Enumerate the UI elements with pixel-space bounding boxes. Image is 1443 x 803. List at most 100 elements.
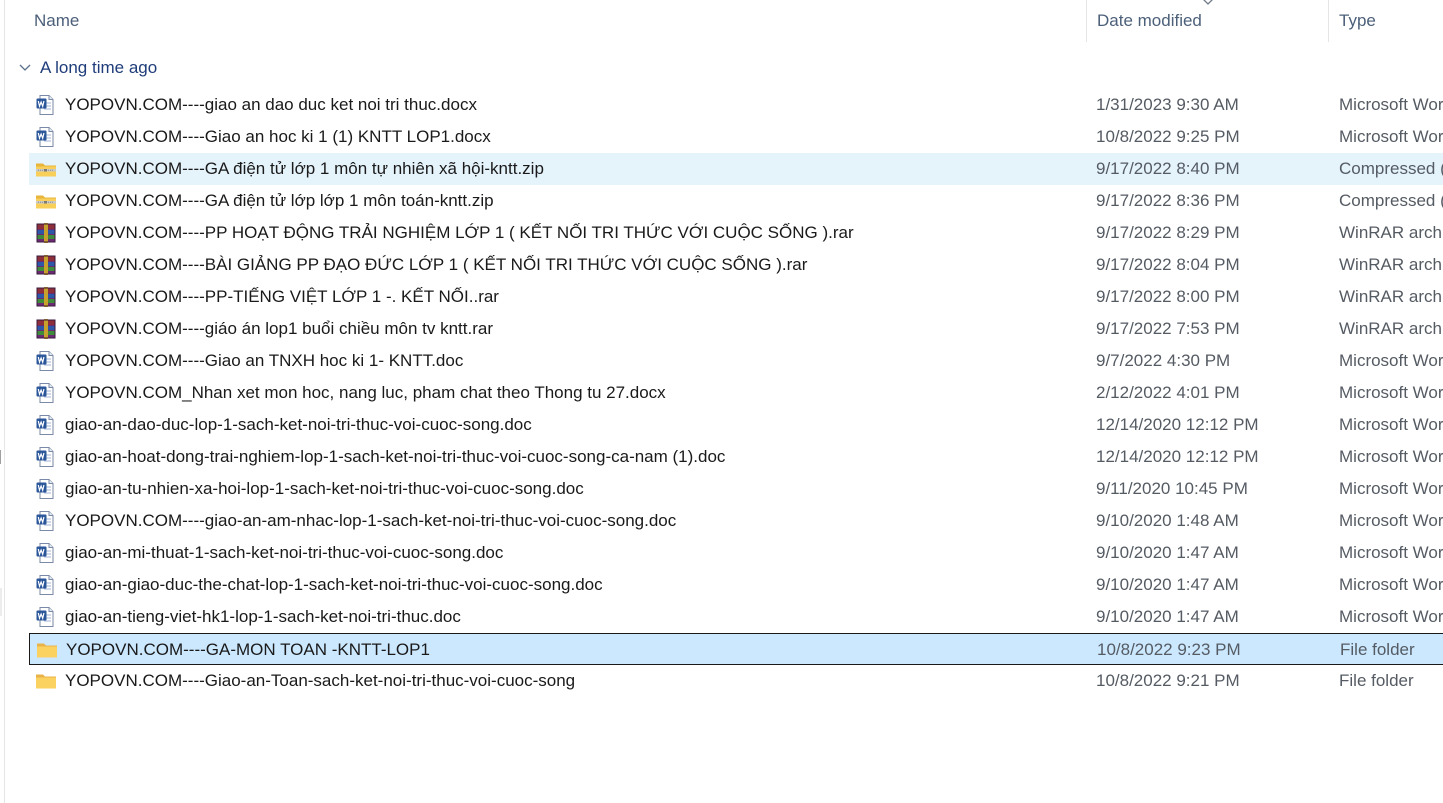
file-date-modified: 9/10/2020 1:48 AM (1096, 511, 1239, 530)
file-row[interactable]: giao-an-tu-nhien-xa-hoi-lop-1-sach-ket-n… (29, 473, 1443, 505)
file-name[interactable]: YOPOVN.COM----giáo án lop1 buổi chiều mô… (65, 313, 1085, 345)
file-row[interactable]: YOPOVN.COM----giao-an-am-nhac-lop-1-sach… (29, 505, 1443, 537)
file-row[interactable]: YOPOVN.COM----Giao an hoc ki 1 (1) KNTT … (29, 121, 1443, 153)
word-doc-icon (35, 382, 57, 404)
column-header-name[interactable]: Name (34, 0, 1084, 42)
file-name[interactable]: giao-an-mi-thuat-1-sach-ket-noi-tri-thuc… (65, 537, 1085, 569)
file-row[interactable]: giao-an-dao-duc-lop-1-sach-ket-noi-tri-t… (29, 409, 1443, 441)
chevron-down-icon[interactable] (18, 61, 32, 75)
file-name[interactable]: giao-an-giao-duc-the-chat-lop-1-sach-ket… (65, 569, 1085, 601)
winrar-archive-icon (35, 222, 57, 244)
winrar-archive-icon (35, 318, 57, 340)
file-row[interactable]: giao-an-tieng-viet-hk1-lop-1-sach-ket-no… (29, 601, 1443, 633)
file-date-modified: 9/10/2020 1:47 AM (1096, 543, 1239, 562)
file-row[interactable]: YOPOVN.COM----Giao-an-Toan-sach-ket-noi-… (29, 665, 1443, 697)
word-doc-icon (35, 574, 57, 596)
file-type: Microsoft Word 97-2003 Document (1339, 479, 1443, 498)
file-row[interactable]: YOPOVN.COM----PP-TIẾNG VIỆT LỚP 1 -. KẾT… (29, 281, 1443, 313)
file-name[interactable]: YOPOVN.COM----Giao an hoc ki 1 (1) KNTT … (65, 121, 1085, 153)
file-row[interactable]: YOPOVN.COM----BÀI GIẢNG PP ĐẠO ĐỨC LỚP 1… (29, 249, 1443, 281)
file-row[interactable]: YOPOVN.COM----giáo án lop1 buổi chiều mô… (29, 313, 1443, 345)
group-header-long-time-ago[interactable]: A long time ago (18, 55, 157, 81)
left-pane-edge (4, 0, 5, 803)
file-row[interactable]: YOPOVN.COM----PP HOẠT ĐỘNG TRẢI NGHIỆM L… (29, 217, 1443, 249)
file-explorer-window: Name Date modified Type A long time ago … (0, 0, 1443, 803)
word-doc-icon (35, 478, 57, 500)
file-name[interactable]: YOPOVN.COM----giao-an-am-nhac-lop-1-sach… (65, 505, 1085, 537)
winrar-archive-icon (35, 254, 57, 276)
file-date-modified: 12/14/2020 12:12 PM (1096, 415, 1259, 434)
file-row[interactable]: YOPOVN.COM_Nhan xet mon hoc, nang luc, p… (29, 377, 1443, 409)
file-date-modified: 1/31/2023 9:30 AM (1096, 95, 1239, 114)
file-row[interactable]: YOPOVN.COM----Giao an TNXH hoc ki 1- KNT… (29, 345, 1443, 377)
file-type: Microsoft Word 97-2003 Document (1339, 415, 1443, 434)
file-name[interactable]: giao-an-tieng-viet-hk1-lop-1-sach-ket-no… (65, 601, 1085, 633)
file-name[interactable]: YOPOVN.COM----PP-TIẾNG VIỆT LỚP 1 -. KẾT… (65, 281, 1085, 313)
file-date-modified: 12/14/2020 12:12 PM (1096, 447, 1259, 466)
file-type: Microsoft Word Document (1339, 127, 1443, 146)
zip-folder-icon (35, 158, 57, 180)
word-doc-icon (35, 510, 57, 532)
file-type: WinRAR archive (1339, 319, 1443, 338)
file-name[interactable]: YOPOVN.COM----GA-MON TOAN -KNTT-LOP1 (66, 634, 1086, 666)
folder-icon (35, 670, 57, 692)
file-type: Microsoft Word Document (1339, 383, 1443, 402)
file-name[interactable]: YOPOVN.COM_Nhan xet mon hoc, nang luc, p… (65, 377, 1085, 409)
file-name[interactable]: YOPOVN.COM----GA điện tử lớp 1 môn tự nh… (65, 153, 1085, 185)
file-name[interactable]: giao-an-dao-duc-lop-1-sach-ket-noi-tri-t… (65, 409, 1085, 441)
file-type: Microsoft Word 97-2003 Document (1339, 511, 1443, 530)
file-date-modified: 9/10/2020 1:47 AM (1096, 575, 1239, 594)
word-doc-icon (35, 446, 57, 468)
file-type: Microsoft Word Document (1339, 95, 1443, 114)
file-type: Microsoft Word 97-2003 Document (1339, 607, 1443, 626)
file-date-modified: 2/12/2022 4:01 PM (1096, 383, 1240, 402)
file-name[interactable]: YOPOVN.COM----giao an dao duc ket noi tr… (65, 89, 1085, 121)
column-resize-handle-date[interactable] (1328, 0, 1329, 42)
file-row[interactable]: giao-an-hoat-dong-trai-nghiem-lop-1-sach… (29, 441, 1443, 473)
file-name[interactable]: YOPOVN.COM----GA điện tử lớp lớp 1 môn t… (65, 185, 1085, 217)
file-date-modified: 10/8/2022 9:21 PM (1096, 671, 1240, 690)
word-doc-icon (35, 350, 57, 372)
file-type: File folder (1339, 671, 1414, 690)
file-date-modified: 9/17/2022 8:36 PM (1096, 191, 1240, 210)
word-doc-icon (35, 414, 57, 436)
column-header-type[interactable]: Type (1339, 0, 1443, 42)
file-name[interactable]: YOPOVN.COM----BÀI GIẢNG PP ĐẠO ĐỨC LỚP 1… (65, 249, 1085, 281)
word-doc-icon (35, 606, 57, 628)
file-date-modified: 10/8/2022 9:23 PM (1097, 640, 1241, 659)
zip-folder-icon (35, 190, 57, 212)
file-row[interactable]: YOPOVN.COM----GA-MON TOAN -KNTT-LOP1 10/8… (29, 633, 1443, 665)
file-row[interactable]: YOPOVN.COM----GA điện tử lớp 1 môn tự nh… (29, 153, 1443, 185)
file-row[interactable]: YOPOVN.COM----GA điện tử lớp lớp 1 môn t… (29, 185, 1443, 217)
word-doc-icon (35, 542, 57, 564)
file-type: File folder (1340, 640, 1415, 659)
folder-icon (36, 639, 58, 661)
file-name[interactable]: giao-an-hoat-dong-trai-nghiem-lop-1-sach… (65, 441, 1085, 473)
file-name[interactable]: YOPOVN.COM----PP HOẠT ĐỘNG TRẢI NGHIỆM L… (65, 217, 1085, 249)
file-type: WinRAR archive (1339, 223, 1443, 242)
file-name[interactable]: YOPOVN.COM----Giao an TNXH hoc ki 1- KNT… (65, 345, 1085, 377)
file-row[interactable]: giao-an-mi-thuat-1-sach-ket-noi-tri-thuc… (29, 537, 1443, 569)
file-date-modified: 9/7/2022 4:30 PM (1096, 351, 1231, 370)
group-header-label: A long time ago (40, 58, 158, 77)
column-header-bar: Name Date modified Type (0, 0, 1443, 42)
file-name[interactable]: giao-an-tu-nhien-xa-hoi-lop-1-sach-ket-n… (65, 473, 1085, 505)
file-name[interactable]: YOPOVN.COM----Giao-an-Toan-sach-ket-noi-… (65, 665, 1085, 697)
column-resize-handle-name[interactable] (1086, 0, 1087, 42)
column-header-date-modified[interactable]: Date modified (1097, 0, 1327, 42)
winrar-archive-icon (35, 286, 57, 308)
left-edge-marker (0, 450, 1, 464)
word-doc-icon (35, 94, 57, 116)
file-type: Microsoft Word 97-2003 Document (1339, 575, 1443, 594)
file-date-modified: 9/17/2022 8:04 PM (1096, 255, 1240, 274)
file-date-modified: 9/17/2022 7:53 PM (1096, 319, 1240, 338)
file-type: Microsoft Word 97-2003 Document (1339, 543, 1443, 562)
file-type: WinRAR archive (1339, 255, 1443, 274)
file-type: Microsoft Word 97-2003 Document (1339, 351, 1443, 370)
file-date-modified: 9/17/2022 8:40 PM (1096, 159, 1240, 178)
file-date-modified: 9/17/2022 8:29 PM (1096, 223, 1240, 242)
file-row[interactable]: giao-an-giao-duc-the-chat-lop-1-sach-ket… (29, 569, 1443, 601)
left-edge-scroll-marker (0, 588, 2, 616)
word-doc-icon (35, 126, 57, 148)
file-row[interactable]: YOPOVN.COM----giao an dao duc ket noi tr… (29, 89, 1443, 121)
